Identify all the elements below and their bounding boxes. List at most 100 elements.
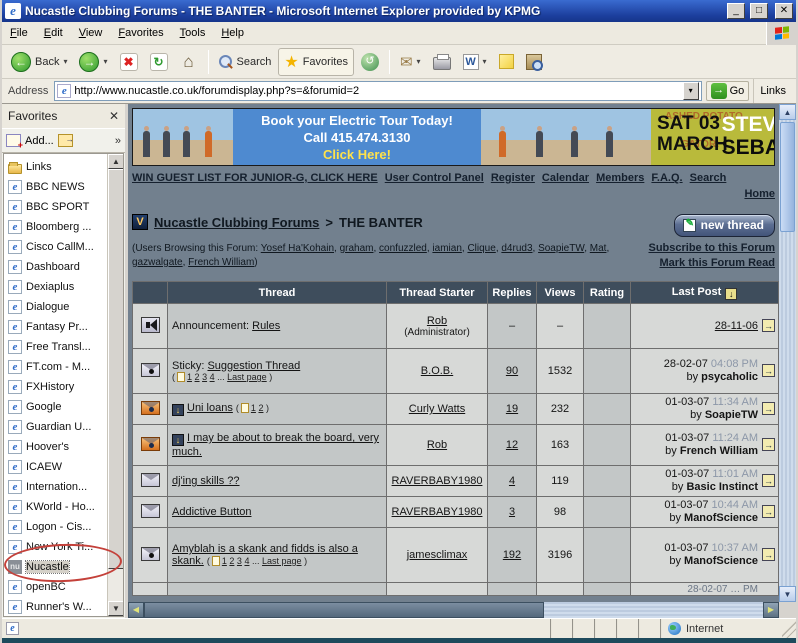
mail-dropdown-icon[interactable]: ▾ bbox=[417, 57, 421, 66]
calendar-link[interactable]: Calendar bbox=[542, 172, 589, 184]
register-link[interactable]: Register bbox=[491, 172, 535, 184]
page-link[interactable]: 2 bbox=[258, 403, 263, 413]
scrollbar-thumb[interactable] bbox=[144, 602, 544, 618]
thread-starter-link[interactable]: jamesclimax bbox=[407, 549, 468, 561]
goto-last-post-icon[interactable] bbox=[762, 548, 775, 561]
favorites-close-icon[interactable]: ✕ bbox=[109, 109, 119, 123]
user-link[interactable]: French William bbox=[188, 257, 254, 268]
header-rating[interactable]: Rating bbox=[584, 282, 630, 303]
print-button[interactable] bbox=[428, 50, 456, 73]
favorite-item[interactable]: Free Transl... bbox=[8, 337, 123, 357]
last-poster[interactable]: psycaholic bbox=[701, 371, 758, 383]
replies-link[interactable]: 3 bbox=[509, 506, 515, 518]
favorite-item[interactable]: Hoover's bbox=[8, 437, 123, 457]
address-dropdown-button[interactable]: ▾ bbox=[683, 82, 699, 100]
scrollbar-thumb[interactable] bbox=[108, 169, 124, 569]
favorite-item[interactable]: Guardian U... bbox=[8, 417, 123, 437]
thread-starter-link[interactable]: RAVERBABY1980 bbox=[392, 506, 483, 518]
home-button[interactable] bbox=[175, 50, 203, 74]
page-link[interactable]: 4 bbox=[244, 556, 249, 566]
last-page-link[interactable]: Last page bbox=[262, 556, 302, 566]
user-link[interactable]: iamian bbox=[432, 243, 461, 254]
favorite-item-links[interactable]: Links bbox=[8, 157, 123, 177]
user-link[interactable]: Mat bbox=[590, 243, 607, 254]
thread-title-link[interactable]: I may be about to break the board, very … bbox=[172, 432, 379, 458]
scroll-left-icon[interactable]: ◀ bbox=[128, 602, 144, 618]
scrollbar-thumb[interactable] bbox=[780, 122, 795, 232]
menu-view[interactable]: View bbox=[71, 23, 111, 43]
maximize-button[interactable]: □ bbox=[750, 3, 768, 19]
favorite-item[interactable]: Dexiaplus bbox=[8, 277, 123, 297]
replies-link[interactable]: 90 bbox=[506, 365, 518, 377]
favorites-button[interactable]: Favorites bbox=[278, 48, 354, 76]
favorite-item[interactable]: Google bbox=[8, 397, 123, 417]
content-vertical-scrollbar[interactable]: ▲ ▼ bbox=[779, 104, 796, 602]
new-thread-button[interactable]: new thread bbox=[674, 214, 775, 237]
menu-file[interactable]: File bbox=[2, 23, 36, 43]
favorite-item[interactable]: openBC bbox=[8, 577, 123, 597]
chevron-icon[interactable]: » bbox=[115, 135, 121, 147]
stop-button[interactable] bbox=[115, 50, 143, 74]
favorite-item-nucastle[interactable]: Nucastle bbox=[8, 557, 123, 577]
user-cp-link[interactable]: User Control Panel bbox=[385, 172, 484, 184]
last-page-link[interactable]: Last page bbox=[227, 372, 267, 382]
scroll-up-icon[interactable]: ▲ bbox=[779, 104, 796, 120]
subscribe-forum-link[interactable]: Subscribe to this Forum bbox=[615, 241, 775, 256]
add-favorite-icon[interactable] bbox=[6, 134, 21, 147]
goto-last-post-icon[interactable] bbox=[762, 319, 775, 332]
minimize-button[interactable]: _ bbox=[727, 3, 745, 19]
mail-button[interactable]: ▾ bbox=[395, 50, 426, 74]
favorite-item[interactable]: ICAEW bbox=[8, 457, 123, 477]
members-link[interactable]: Members bbox=[596, 172, 644, 184]
search-link[interactable]: Search bbox=[690, 172, 727, 184]
click-here-link[interactable]: Click Here! bbox=[233, 147, 481, 162]
user-link[interactable]: confuzzled bbox=[379, 243, 427, 254]
goto-last-post-icon[interactable] bbox=[762, 474, 775, 487]
favorites-scrollbar[interactable]: ▲ ▼ bbox=[107, 154, 123, 616]
replies-link[interactable]: 19 bbox=[506, 403, 518, 415]
menu-edit[interactable]: Edit bbox=[36, 23, 71, 43]
event-banner[interactable]: ASHED POTATO, GATOR: SAT 03MARCH STEVSEB… bbox=[651, 109, 774, 165]
menu-help[interactable]: Help bbox=[213, 23, 252, 43]
favorite-item[interactable]: Dialogue bbox=[8, 297, 123, 317]
thread-title-link[interactable]: Uni loans bbox=[187, 402, 233, 414]
history-button[interactable] bbox=[356, 50, 384, 74]
go-first-unread-icon[interactable] bbox=[172, 434, 184, 446]
page-link[interactable]: 3 bbox=[237, 556, 242, 566]
electric-tour-ad[interactable]: Book your Electric Tour Today! Call 415.… bbox=[233, 109, 481, 165]
back-button[interactable]: Back ▾ bbox=[6, 49, 72, 75]
search-button[interactable]: Search bbox=[214, 52, 277, 72]
home-link[interactable]: Home bbox=[744, 188, 775, 200]
edit-dropdown-icon[interactable]: ▾ bbox=[483, 57, 487, 66]
thread-starter-link[interactable]: Rob bbox=[427, 315, 447, 327]
user-link[interactable]: Yosef Ha'Kohain bbox=[261, 243, 334, 254]
thread-starter-link[interactable]: Curly Watts bbox=[409, 403, 465, 415]
forum-home-link[interactable]: Nucastle Clubbing Forums bbox=[154, 215, 319, 230]
favorite-item[interactable]: FXHistory bbox=[8, 377, 123, 397]
user-link[interactable]: gazwalgate bbox=[132, 257, 183, 268]
favorite-item[interactable]: Dashboard bbox=[8, 257, 123, 277]
header-last-post[interactable]: Last Post bbox=[631, 282, 778, 303]
forward-button[interactable]: ▾ bbox=[74, 49, 112, 75]
scroll-right-icon[interactable]: ▶ bbox=[763, 602, 779, 618]
thread-title-link[interactable]: dj'ing skills ?? bbox=[172, 475, 240, 487]
thread-title-link[interactable]: Rules bbox=[252, 320, 280, 332]
header-replies[interactable]: Replies bbox=[488, 282, 536, 303]
last-poster[interactable]: French William bbox=[680, 445, 758, 457]
refresh-button[interactable] bbox=[145, 50, 173, 74]
favorite-item[interactable]: BBC NEWS bbox=[8, 177, 123, 197]
favorite-item[interactable]: Cisco CallM... bbox=[8, 237, 123, 257]
go-first-unread-icon[interactable] bbox=[172, 404, 184, 416]
resize-grip[interactable] bbox=[782, 619, 796, 638]
organize-favorites-icon[interactable] bbox=[58, 134, 73, 147]
replies-link[interactable]: 4 bbox=[509, 475, 515, 487]
page-link[interactable]: 3 bbox=[202, 372, 207, 382]
links-toolbar[interactable]: Links bbox=[753, 79, 792, 103]
back-dropdown-icon[interactable]: ▾ bbox=[63, 57, 67, 66]
scroll-up-icon[interactable]: ▲ bbox=[108, 154, 124, 169]
favorite-item[interactable]: Runner's W... bbox=[8, 597, 123, 617]
page-link[interactable]: 1 bbox=[222, 556, 227, 566]
content-horizontal-scrollbar[interactable]: ◀ ▶ bbox=[128, 602, 779, 618]
edit-with-word-button[interactable]: ▾ bbox=[458, 51, 492, 73]
user-link[interactable]: graham bbox=[340, 243, 374, 254]
